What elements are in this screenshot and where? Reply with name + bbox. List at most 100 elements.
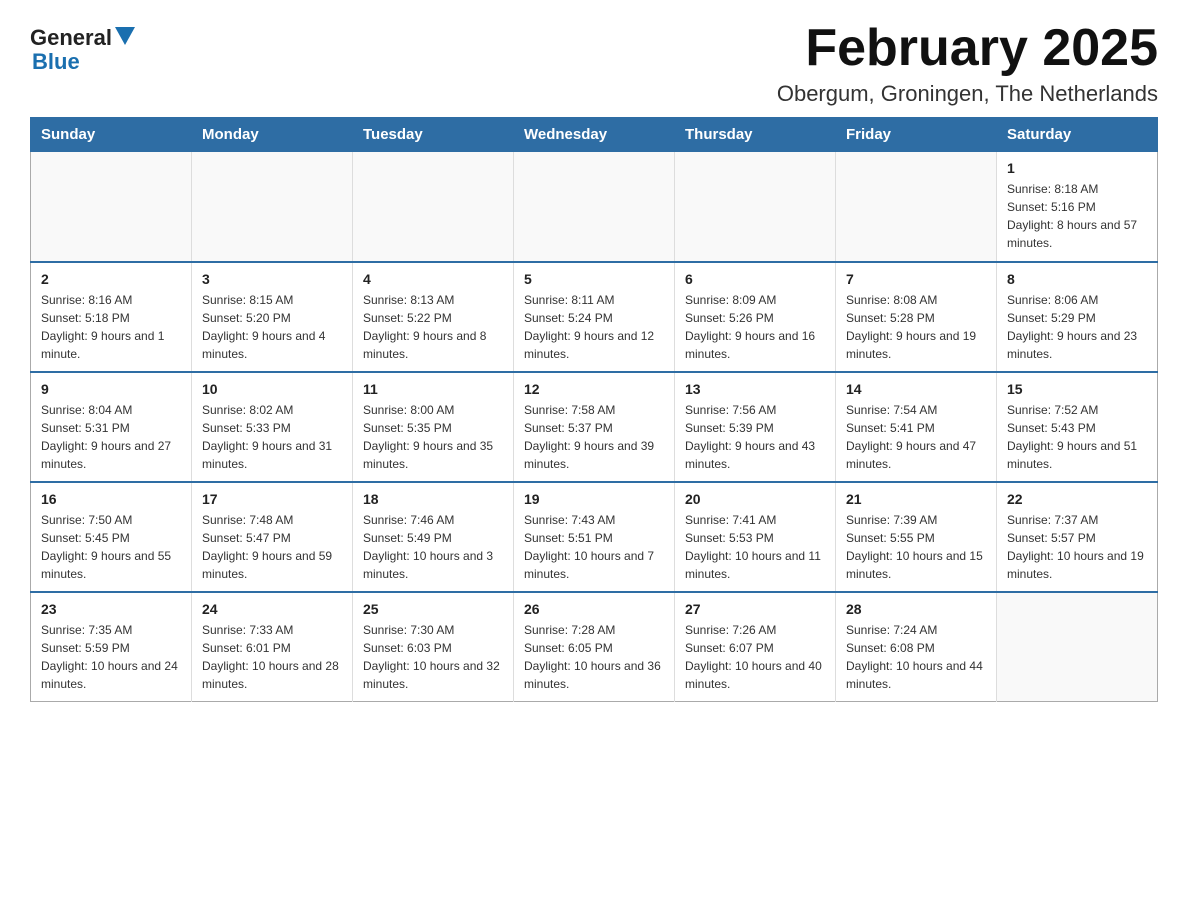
day-info: Sunrise: 7:33 AM Sunset: 6:01 PM Dayligh… (202, 621, 342, 693)
day-info: Sunrise: 8:13 AM Sunset: 5:22 PM Dayligh… (363, 291, 503, 363)
day-info: Sunrise: 8:08 AM Sunset: 5:28 PM Dayligh… (846, 291, 986, 363)
day-info: Sunrise: 7:52 AM Sunset: 5:43 PM Dayligh… (1007, 401, 1147, 473)
calendar-cell: 12 Sunrise: 7:58 AM Sunset: 5:37 PM Dayli… (514, 372, 675, 482)
calendar-cell: 3 Sunrise: 8:15 AM Sunset: 5:20 PM Daylig… (192, 262, 353, 372)
calendar-cell: 16 Sunrise: 7:50 AM Sunset: 5:45 PM Dayli… (31, 482, 192, 592)
day-info: Sunrise: 8:18 AM Sunset: 5:16 PM Dayligh… (1007, 180, 1147, 252)
calendar-cell: 6 Sunrise: 8:09 AM Sunset: 5:26 PM Daylig… (675, 262, 836, 372)
calendar-cell (836, 152, 997, 262)
day-info: Sunrise: 7:35 AM Sunset: 5:59 PM Dayligh… (41, 621, 181, 693)
day-number: 26 (524, 601, 664, 617)
day-info: Sunrise: 7:56 AM Sunset: 5:39 PM Dayligh… (685, 401, 825, 473)
day-number: 24 (202, 601, 342, 617)
calendar-week-2: 2 Sunrise: 8:16 AM Sunset: 5:18 PM Daylig… (31, 262, 1158, 372)
calendar-cell: 27 Sunrise: 7:26 AM Sunset: 6:07 PM Dayli… (675, 592, 836, 702)
column-header-wednesday: Wednesday (514, 118, 675, 152)
day-number: 16 (41, 491, 181, 507)
day-number: 20 (685, 491, 825, 507)
calendar-cell: 25 Sunrise: 7:30 AM Sunset: 6:03 PM Dayli… (353, 592, 514, 702)
calendar-cell: 24 Sunrise: 7:33 AM Sunset: 6:01 PM Dayli… (192, 592, 353, 702)
day-info: Sunrise: 8:15 AM Sunset: 5:20 PM Dayligh… (202, 291, 342, 363)
day-info: Sunrise: 8:11 AM Sunset: 5:24 PM Dayligh… (524, 291, 664, 363)
page-title: February 2025 (777, 20, 1158, 77)
calendar-cell (353, 152, 514, 262)
day-number: 11 (363, 381, 503, 397)
day-number: 25 (363, 601, 503, 617)
day-number: 12 (524, 381, 664, 397)
day-info: Sunrise: 8:04 AM Sunset: 5:31 PM Dayligh… (41, 401, 181, 473)
calendar-week-5: 23 Sunrise: 7:35 AM Sunset: 5:59 PM Dayli… (31, 592, 1158, 702)
column-header-tuesday: Tuesday (353, 118, 514, 152)
calendar-cell: 28 Sunrise: 7:24 AM Sunset: 6:08 PM Dayli… (836, 592, 997, 702)
calendar-cell: 23 Sunrise: 7:35 AM Sunset: 5:59 PM Dayli… (31, 592, 192, 702)
day-info: Sunrise: 7:41 AM Sunset: 5:53 PM Dayligh… (685, 511, 825, 583)
day-info: Sunrise: 7:37 AM Sunset: 5:57 PM Dayligh… (1007, 511, 1147, 583)
calendar-cell: 13 Sunrise: 7:56 AM Sunset: 5:39 PM Dayli… (675, 372, 836, 482)
calendar-week-1: 1 Sunrise: 8:18 AM Sunset: 5:16 PM Daylig… (31, 152, 1158, 262)
calendar-cell (997, 592, 1158, 702)
page-header: General Blue February 2025 Obergum, Gron… (30, 20, 1158, 107)
day-number: 13 (685, 381, 825, 397)
day-info: Sunrise: 8:06 AM Sunset: 5:29 PM Dayligh… (1007, 291, 1147, 363)
calendar-cell: 21Sunrise: 7:39 AM Sunset: 5:55 PM Dayli… (836, 482, 997, 592)
day-info: Sunrise: 7:26 AM Sunset: 6:07 PM Dayligh… (685, 621, 825, 693)
logo-blue-text: Blue (32, 49, 80, 74)
calendar-cell (192, 152, 353, 262)
day-number: 3 (202, 271, 342, 287)
day-number: 18 (363, 491, 503, 507)
calendar-cell: 7 Sunrise: 8:08 AM Sunset: 5:28 PM Daylig… (836, 262, 997, 372)
calendar-header-row: SundayMondayTuesdayWednesdayThursdayFrid… (31, 118, 1158, 152)
day-number: 8 (1007, 271, 1147, 287)
calendar-week-3: 9Sunrise: 8:04 AM Sunset: 5:31 PM Daylig… (31, 372, 1158, 482)
day-info: Sunrise: 7:50 AM Sunset: 5:45 PM Dayligh… (41, 511, 181, 583)
day-number: 28 (846, 601, 986, 617)
day-info: Sunrise: 7:28 AM Sunset: 6:05 PM Dayligh… (524, 621, 664, 693)
day-info: Sunrise: 7:24 AM Sunset: 6:08 PM Dayligh… (846, 621, 986, 693)
calendar-cell (675, 152, 836, 262)
day-info: Sunrise: 7:30 AM Sunset: 6:03 PM Dayligh… (363, 621, 503, 693)
day-number: 27 (685, 601, 825, 617)
day-number: 1 (1007, 160, 1147, 176)
column-header-saturday: Saturday (997, 118, 1158, 152)
calendar-cell (31, 152, 192, 262)
day-number: 6 (685, 271, 825, 287)
column-header-friday: Friday (836, 118, 997, 152)
calendar-cell: 5 Sunrise: 8:11 AM Sunset: 5:24 PM Daylig… (514, 262, 675, 372)
day-number: 5 (524, 271, 664, 287)
title-block: February 2025 Obergum, Groningen, The Ne… (777, 20, 1158, 107)
day-number: 22 (1007, 491, 1147, 507)
day-info: Sunrise: 7:58 AM Sunset: 5:37 PM Dayligh… (524, 401, 664, 473)
day-info: Sunrise: 7:46 AM Sunset: 5:49 PM Dayligh… (363, 511, 503, 583)
logo-triangle-icon (115, 27, 135, 47)
column-header-monday: Monday (192, 118, 353, 152)
day-number: 23 (41, 601, 181, 617)
day-number: 17 (202, 491, 342, 507)
day-number: 14 (846, 381, 986, 397)
day-number: 7 (846, 271, 986, 287)
day-info: Sunrise: 8:09 AM Sunset: 5:26 PM Dayligh… (685, 291, 825, 363)
day-number: 4 (363, 271, 503, 287)
column-header-sunday: Sunday (31, 118, 192, 152)
calendar-cell: 22 Sunrise: 7:37 AM Sunset: 5:57 PM Dayli… (997, 482, 1158, 592)
calendar-cell: 4 Sunrise: 8:13 AM Sunset: 5:22 PM Daylig… (353, 262, 514, 372)
subtitle: Obergum, Groningen, The Netherlands (777, 81, 1158, 107)
calendar-cell: 8 Sunrise: 8:06 AM Sunset: 5:29 PM Daylig… (997, 262, 1158, 372)
calendar-week-4: 16 Sunrise: 7:50 AM Sunset: 5:45 PM Dayli… (31, 482, 1158, 592)
day-info: Sunrise: 8:02 AM Sunset: 5:33 PM Dayligh… (202, 401, 342, 473)
logo: General Blue (30, 25, 135, 73)
calendar-cell: 26 Sunrise: 7:28 AM Sunset: 6:05 PM Dayli… (514, 592, 675, 702)
calendar-cell: 17 Sunrise: 7:48 AM Sunset: 5:47 PM Dayli… (192, 482, 353, 592)
calendar-cell: 20 Sunrise: 7:41 AM Sunset: 5:53 PM Dayli… (675, 482, 836, 592)
calendar-cell: 2 Sunrise: 8:16 AM Sunset: 5:18 PM Daylig… (31, 262, 192, 372)
day-info: Sunrise: 8:16 AM Sunset: 5:18 PM Dayligh… (41, 291, 181, 363)
day-info: Sunrise: 7:48 AM Sunset: 5:47 PM Dayligh… (202, 511, 342, 583)
calendar-cell: 11 Sunrise: 8:00 AM Sunset: 5:35 PM Dayli… (353, 372, 514, 482)
day-number: 19 (524, 491, 664, 507)
calendar-cell: 9Sunrise: 8:04 AM Sunset: 5:31 PM Daylig… (31, 372, 192, 482)
column-header-thursday: Thursday (675, 118, 836, 152)
calendar-cell: 19Sunrise: 7:43 AM Sunset: 5:51 PM Dayli… (514, 482, 675, 592)
day-info: Sunrise: 8:00 AM Sunset: 5:35 PM Dayligh… (363, 401, 503, 473)
day-number: 2 (41, 271, 181, 287)
calendar-cell (514, 152, 675, 262)
day-info: Sunrise: 7:39 AM Sunset: 5:55 PM Dayligh… (846, 511, 986, 583)
